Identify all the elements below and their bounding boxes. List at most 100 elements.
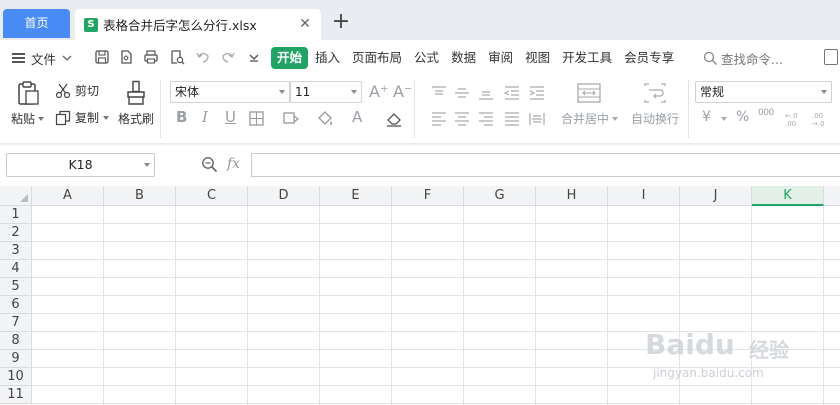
file-tab[interactable]: S 表格合并后字怎么分行.xlsx ✕ — [75, 9, 321, 40]
row-header-4[interactable]: 4 — [0, 260, 32, 278]
tab-formulas[interactable]: 公式 — [409, 47, 444, 69]
align-middle-icon[interactable] — [453, 84, 471, 102]
currency-format-button[interactable]: ¥ — [702, 109, 711, 125]
wrap-text-icon[interactable] — [643, 82, 667, 104]
column-header-e[interactable]: E — [320, 186, 392, 206]
customize-toolbar-icon[interactable] — [246, 49, 262, 65]
row-header-5[interactable]: 5 — [0, 278, 32, 296]
copy-button[interactable]: 复制 — [55, 109, 110, 126]
redo-icon[interactable] — [220, 49, 236, 65]
increase-indent-icon[interactable] — [528, 84, 546, 102]
insert-function-button[interactable]: fx — [227, 156, 240, 172]
tab-start[interactable]: 开始 — [271, 47, 309, 69]
tab-developer[interactable]: 开发工具 — [557, 47, 617, 69]
chevron-down-icon — [279, 90, 285, 94]
column-header-h[interactable]: H — [536, 186, 608, 206]
number-format-value: 常规 — [700, 85, 725, 99]
row-header-2[interactable]: 2 — [0, 224, 32, 242]
thousands-separator-button[interactable]: 000 — [758, 108, 774, 118]
select-all-corner[interactable] — [0, 186, 32, 206]
underline-button[interactable]: U — [225, 108, 236, 126]
align-top-icon[interactable] — [430, 84, 448, 102]
column-header-c[interactable]: C — [176, 186, 248, 206]
close-icon[interactable]: ✕ — [296, 15, 314, 33]
paste-icon[interactable] — [15, 80, 41, 106]
bold-button[interactable]: B — [176, 108, 187, 126]
output-pdf-icon[interactable] — [118, 49, 134, 65]
italic-button[interactable]: I — [202, 108, 208, 126]
align-left-icon[interactable] — [430, 110, 448, 128]
zoom-icon[interactable] — [201, 156, 218, 173]
paste-label: 粘贴 — [11, 112, 36, 126]
font-color-button[interactable]: A — [352, 108, 362, 126]
column-header-b[interactable]: B — [104, 186, 176, 206]
cut-button[interactable]: 剪切 — [55, 82, 99, 99]
row-header-7[interactable]: 7 — [0, 314, 32, 332]
row-header-1[interactable]: 1 — [0, 206, 32, 224]
chevron-down-icon — [351, 90, 357, 94]
decrease-indent-icon[interactable] — [503, 84, 521, 102]
justify-icon[interactable] — [503, 110, 521, 128]
percent-format-button[interactable]: % — [736, 109, 749, 125]
borders-icon[interactable] — [248, 110, 266, 128]
tab-insert[interactable]: 插入 — [310, 47, 345, 69]
gridline-vertical — [463, 206, 464, 405]
file-menu-button[interactable]: 文件 — [12, 48, 72, 68]
gridline-horizontal — [32, 403, 840, 404]
tab-view[interactable]: 视图 — [520, 47, 555, 69]
column-header-j[interactable]: J — [680, 186, 752, 206]
save-icon[interactable] — [94, 49, 110, 65]
column-header-g[interactable]: G — [464, 186, 536, 206]
gridline-horizontal — [32, 295, 840, 296]
font-name-select[interactable]: 宋体 — [170, 81, 290, 103]
format-painter-button[interactable]: 格式刷 — [118, 110, 154, 127]
align-center-icon[interactable] — [453, 110, 471, 128]
tab-member[interactable]: 会员专享 — [619, 47, 679, 69]
window-menu-icon[interactable] — [824, 49, 838, 65]
eraser-icon[interactable] — [385, 110, 403, 128]
merge-center-icon[interactable] — [576, 82, 602, 104]
file-menu-label: 文件 — [31, 51, 57, 67]
column-header-k[interactable]: K — [752, 186, 824, 206]
fill-color-icon[interactable] — [282, 110, 300, 128]
new-tab-button[interactable]: + — [330, 11, 352, 35]
row-header-3[interactable]: 3 — [0, 242, 32, 260]
merge-center-button[interactable]: 合并居中 — [561, 110, 619, 127]
column-header-a[interactable]: A — [32, 186, 104, 206]
increase-font-size-icon[interactable]: A⁺ — [369, 82, 388, 101]
svg-text:.00: .00 — [785, 120, 796, 128]
align-bottom-icon[interactable] — [477, 84, 495, 102]
command-search[interactable]: 查找命令... — [703, 49, 783, 68]
format-painter-icon[interactable] — [124, 80, 148, 106]
row-header-11[interactable]: 11 — [0, 386, 32, 404]
row-header-8[interactable]: 8 — [0, 332, 32, 350]
align-right-icon[interactable] — [477, 110, 495, 128]
row-header-6[interactable]: 6 — [0, 296, 32, 314]
font-size-select[interactable]: 11 — [290, 81, 362, 103]
tab-review[interactable]: 审阅 — [483, 47, 518, 69]
paint-bucket-icon[interactable] — [316, 110, 334, 128]
column-header-overflow[interactable] — [824, 186, 840, 206]
column-header-d[interactable]: D — [248, 186, 320, 206]
chevron-down-icon[interactable] — [720, 115, 728, 123]
tab-data[interactable]: 数据 — [446, 47, 481, 69]
name-box[interactable]: K18 — [6, 153, 155, 177]
distributed-align-icon[interactable] — [528, 110, 546, 128]
formula-input[interactable] — [251, 153, 840, 177]
column-header-i[interactable]: I — [608, 186, 680, 206]
wrap-text-button[interactable]: 自动换行 — [631, 110, 679, 127]
decrease-font-size-icon[interactable]: A⁻ — [393, 82, 412, 101]
decrease-decimal-icon[interactable]: .00→.0 — [811, 110, 831, 128]
row-header-9[interactable]: 9 — [0, 350, 32, 368]
number-format-select[interactable]: 常规 — [695, 81, 832, 103]
increase-decimal-icon[interactable]: ←.0.00 — [784, 110, 804, 128]
print-preview-icon[interactable] — [169, 49, 185, 65]
undo-icon[interactable] — [195, 49, 211, 65]
row-header-10[interactable]: 10 — [0, 368, 32, 386]
home-tab[interactable]: 首页 — [3, 9, 70, 38]
tab-page-layout[interactable]: 页面布局 — [347, 47, 407, 69]
column-header-f[interactable]: F — [392, 186, 464, 206]
format-painter-label: 格式刷 — [118, 112, 155, 126]
paste-button[interactable]: 粘贴 — [11, 110, 45, 127]
print-icon[interactable] — [143, 49, 159, 65]
